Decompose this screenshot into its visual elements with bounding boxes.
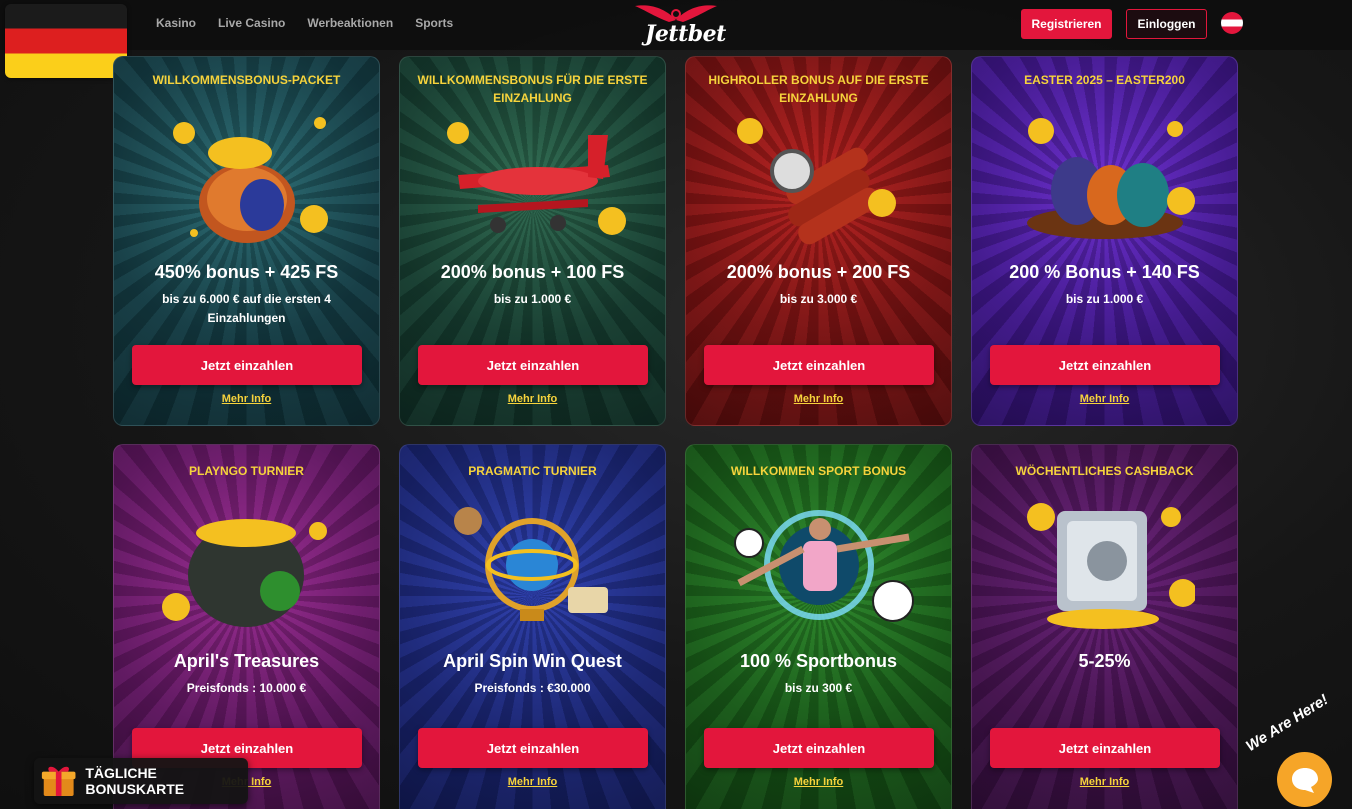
card-headline: 100 % Sportbonus [739, 651, 898, 671]
card-title: WILLKOMMENSBONUS FÜR DIE ERSTE EINZAHLUN… [417, 73, 648, 105]
airplane-icon [446, 122, 626, 235]
logo-text: Jettbet [645, 21, 726, 47]
more-info-link[interactable]: Mehr Info [972, 776, 1237, 788]
card-subtitle: bis zu 300 € [784, 681, 853, 695]
nav-werbeaktionen[interactable]: Werbeaktionen [307, 16, 393, 30]
deposit-button[interactable]: Jetzt einzahlen [418, 728, 648, 768]
daily-bonus-card-button[interactable]: TÄGLICHE BONUSKARTE [34, 758, 248, 804]
promo-card: PLAYNGO TURNIER April's Treasures Preisf… [113, 444, 380, 809]
card-subtitle: bis zu 6.000 € auf die ersten 4 Einzahlu… [162, 292, 331, 325]
nav-kasino[interactable]: Kasino [156, 16, 196, 30]
deposit-button[interactable]: Jetzt einzahlen [990, 728, 1220, 768]
promo-card: WILLKOMMENSBONUS FÜR DIE ERSTE EINZAHLUN… [399, 56, 666, 426]
dynamite-clock-icon [736, 118, 896, 245]
pot-of-gold-icon [161, 519, 327, 627]
more-info-link[interactable]: Mehr Info [972, 393, 1237, 405]
card-headline: 200 % Bonus + 140 FS [1009, 262, 1200, 282]
top-header: Kasino Live Casino Werbeaktionen Sports … [0, 0, 1352, 50]
card-title: PLAYNGO TURNIER [189, 464, 304, 478]
register-button[interactable]: Registrieren [1021, 9, 1112, 39]
card-subtitle: Preisfonds : €30.000 [474, 681, 591, 695]
deposit-button[interactable]: Jetzt einzahlen [704, 728, 934, 768]
card-title: HIGHROLLER BONUS AUF DIE ERSTE EINZAHLUN… [708, 73, 929, 105]
card-title: WÖCHENTLICHES CASHBACK [1015, 464, 1194, 478]
card-subtitle: bis zu 3.000 € [779, 292, 858, 306]
money-bag-icon [172, 117, 328, 243]
login-button[interactable]: Einloggen [1126, 9, 1207, 39]
easter-eggs-icon [1026, 118, 1195, 239]
deposit-button[interactable]: Jetzt einzahlen [990, 345, 1220, 385]
card-title: WILLKOMMEN SPORT BONUS [730, 464, 907, 478]
card-title: PRAGMATIC TURNIER [468, 464, 597, 478]
promo-card: WÖCHENTLICHES CASHBACK 5-25% Jetzt einza… [971, 444, 1238, 809]
chat-icon [1291, 767, 1318, 793]
card-title: WILLKOMMENSBONUS-PACKET [152, 73, 341, 87]
promo-card: EASTER 2025 – EASTER200 200 % Bonus + 14… [971, 56, 1238, 426]
site-logo[interactable]: Jettbet [633, 0, 726, 50]
chat-greeting: We Are Here! [1242, 691, 1332, 755]
promo-card: WILLKOMMENSBONUS-PACKET 450% bonus + 425… [113, 56, 380, 426]
deposit-button[interactable]: Jetzt einzahlen [418, 345, 648, 385]
language-flag-icon[interactable] [1221, 12, 1243, 34]
deposit-button[interactable]: Jetzt einzahlen [704, 345, 934, 385]
nav-sports[interactable]: Sports [415, 16, 453, 30]
card-subtitle: Preisfonds : 10.000 € [186, 681, 307, 695]
card-headline: 200% bonus + 200 FS [726, 262, 911, 282]
safe-vault-icon [1026, 503, 1195, 629]
promo-card: HIGHROLLER BONUS AUF DIE ERSTE EINZAHLUN… [685, 56, 952, 426]
football-player-icon [733, 510, 914, 622]
nav-live-casino[interactable]: Live Casino [218, 16, 285, 30]
deposit-button[interactable]: Jetzt einzahlen [132, 345, 362, 385]
more-info-link[interactable]: Mehr Info [400, 776, 665, 788]
more-info-link[interactable]: Mehr Info [686, 776, 951, 788]
promo-card: WILLKOMMEN SPORT BONUS 100 % Sportbonus … [685, 444, 952, 809]
card-headline: April Spin Win Quest [443, 651, 622, 671]
more-info-link[interactable]: Mehr Info [114, 393, 379, 405]
more-info-link[interactable]: Mehr Info [686, 393, 951, 405]
gift-icon [41, 766, 76, 796]
main-nav: Kasino Live Casino Werbeaktionen Sports [156, 16, 453, 30]
more-info-link[interactable]: Mehr Info [400, 393, 665, 405]
card-subtitle: bis zu 1.000 € [493, 292, 572, 306]
germany-flag-icon [5, 4, 127, 78]
card-headline: 5-25% [1078, 651, 1131, 671]
card-headline: 200% bonus + 100 FS [440, 262, 625, 282]
armillary-globe-icon [453, 507, 608, 621]
daily-bonus-label: TÄGLICHE BONUSKARTE [85, 765, 185, 797]
card-headline: 450% bonus + 425 FS [154, 262, 339, 282]
promo-card: PRAGMATIC TURNIER April Spin Win Quest P… [399, 444, 666, 809]
card-subtitle: bis zu 1.000 € [1065, 292, 1144, 306]
chat-button[interactable] [1277, 752, 1332, 807]
card-title: EASTER 2025 – EASTER200 [1024, 73, 1185, 87]
card-headline: April's Treasures [173, 651, 320, 671]
